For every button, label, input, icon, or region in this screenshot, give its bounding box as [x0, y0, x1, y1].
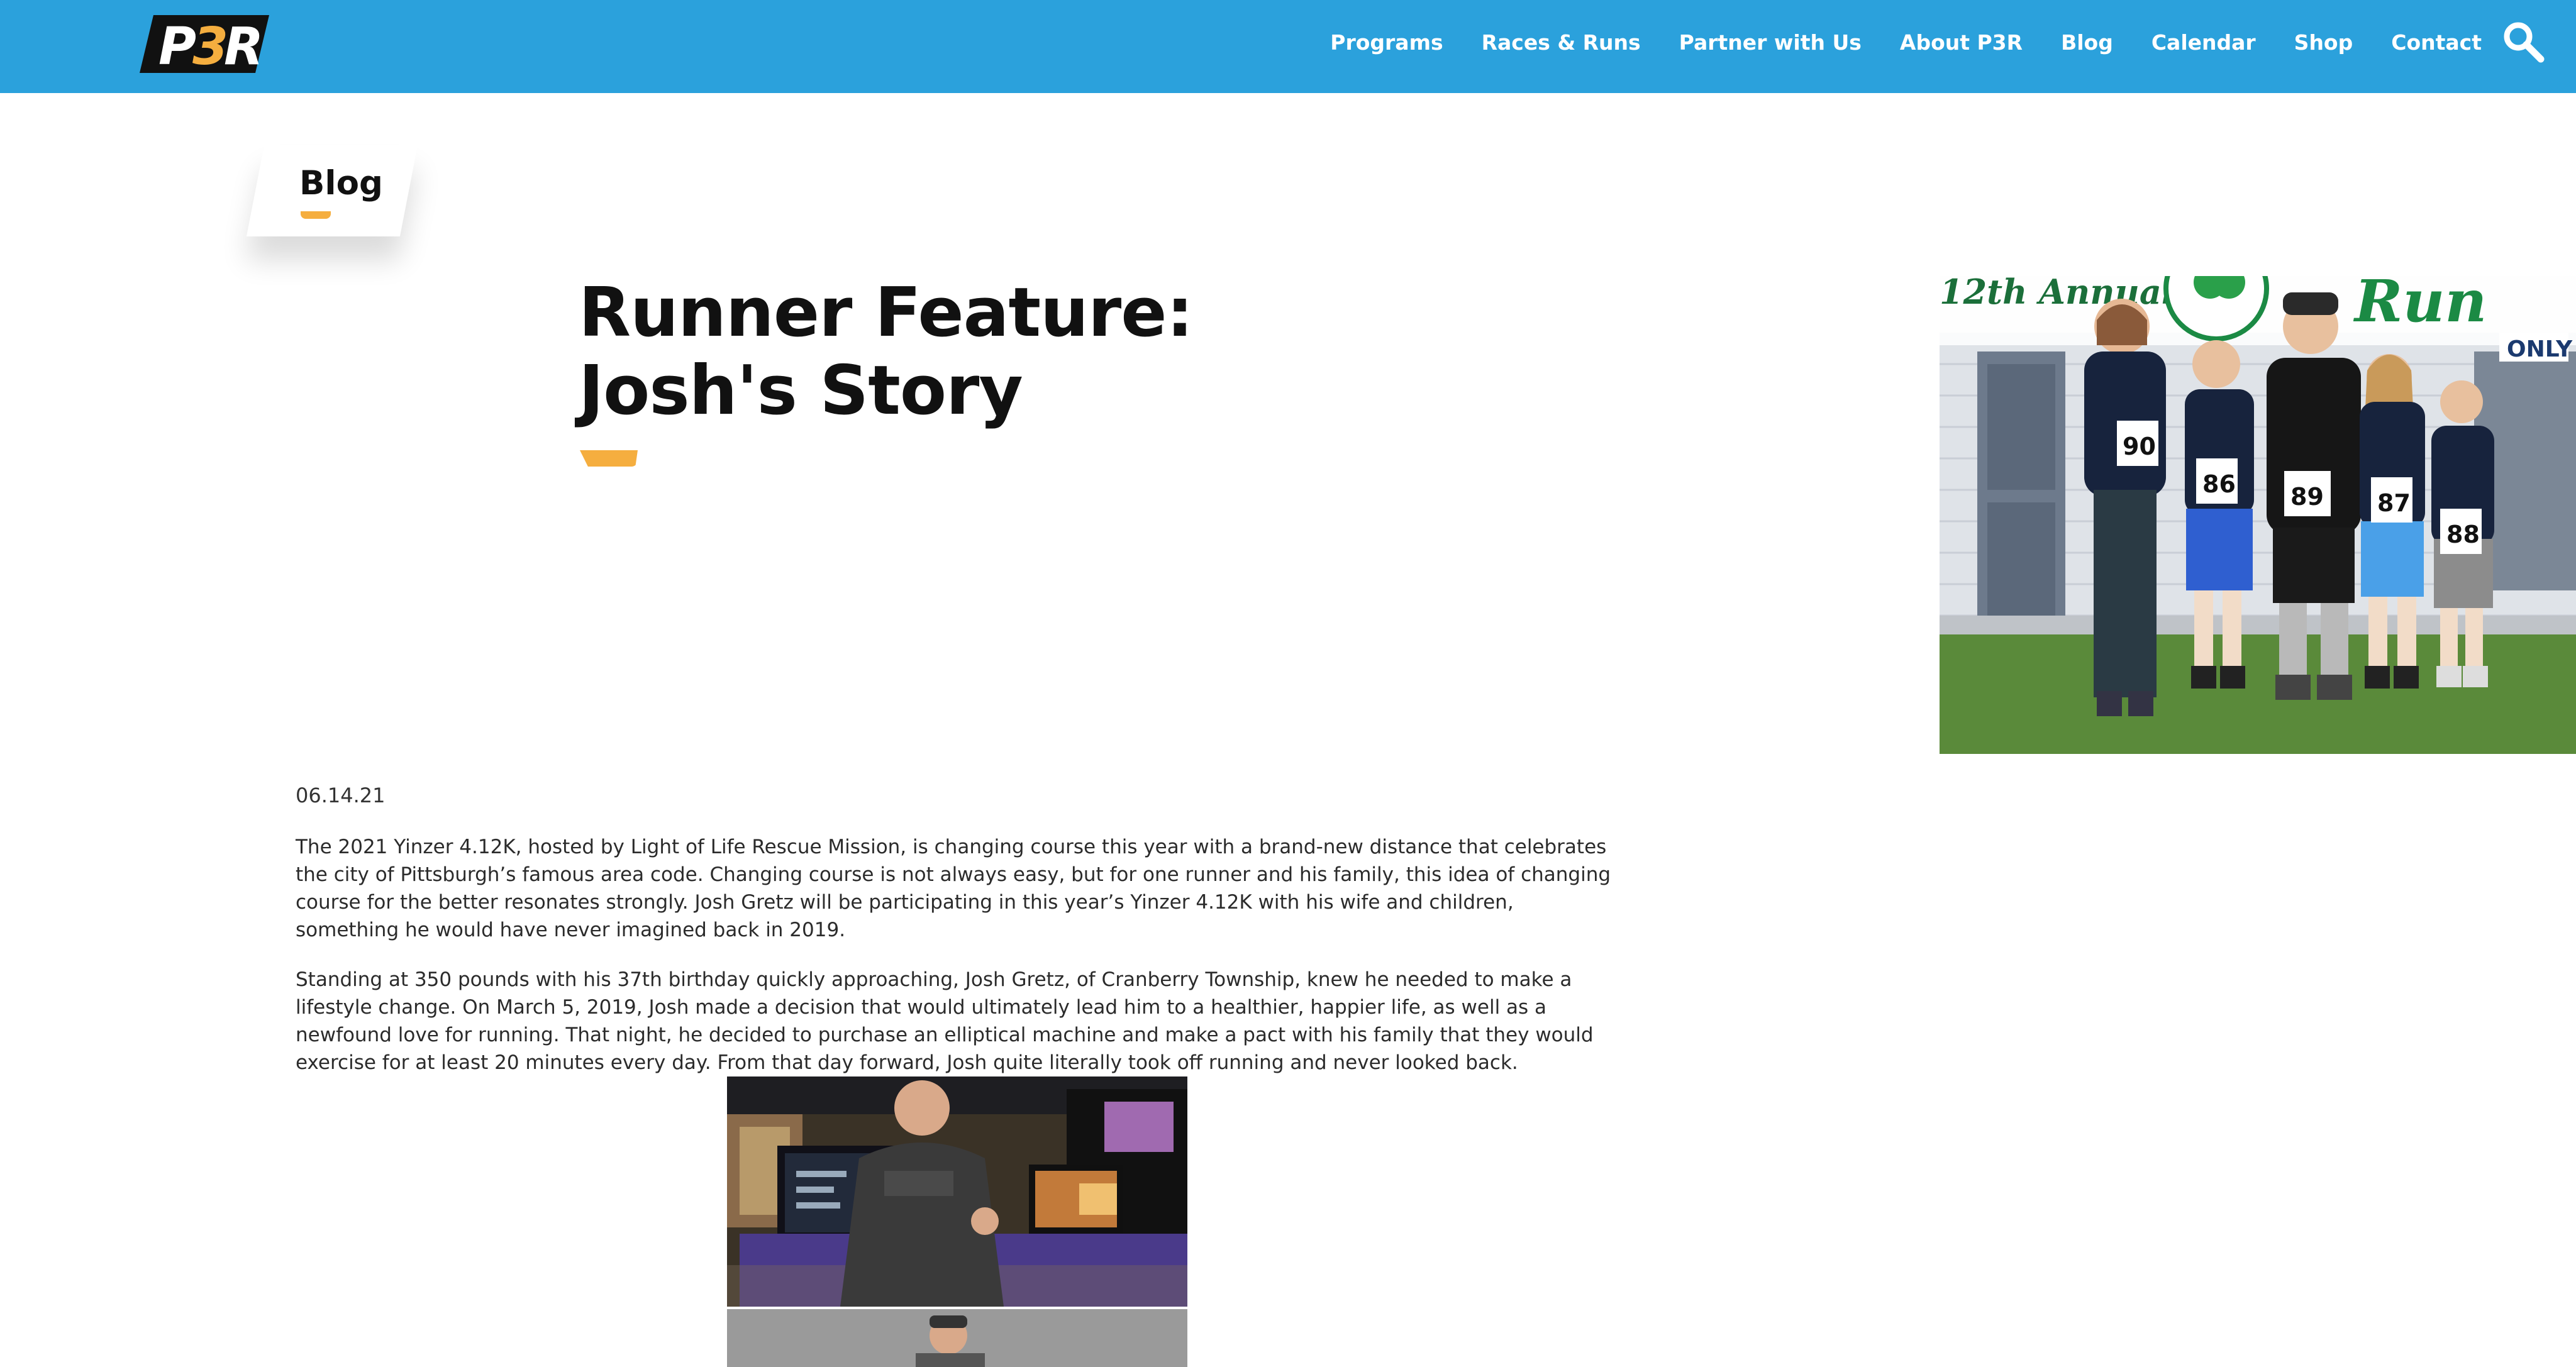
nav-blog[interactable]: Blog: [2061, 30, 2113, 55]
article-paragraph: The 2021 Yinzer 4.12K, hosted by Light o…: [296, 836, 1611, 941]
hero-banner-word: Run: [2353, 276, 2487, 335]
p3r-logo-icon: P 3 R: [140, 15, 269, 77]
inline-photo: [727, 1076, 1187, 1367]
nav-shop[interactable]: Shop: [2294, 30, 2353, 55]
section-tag: Blog: [246, 145, 418, 236]
main-nav: Programs Races & Runs Partner with Us Ab…: [1292, 0, 2482, 84]
nav-about-p3r[interactable]: About P3R: [1900, 30, 2023, 55]
site-header: P 3 R Programs Races & Runs Partner with…: [0, 0, 2576, 93]
svg-text:3: 3: [192, 17, 228, 73]
p3r-logo[interactable]: P 3 R: [140, 15, 269, 77]
nav-races-runs[interactable]: Races & Runs: [1482, 30, 1641, 55]
svg-text:R: R: [224, 17, 264, 73]
bib-number: 89: [2290, 483, 2324, 511]
title-accent: [580, 450, 638, 467]
nav-calendar[interactable]: Calendar: [2151, 30, 2256, 55]
bib-number: 86: [2202, 470, 2236, 498]
section-tag-label: Blog: [299, 164, 383, 202]
search-icon[interactable]: [2502, 20, 2546, 64]
article-date: 06.14.21: [296, 783, 386, 807]
section-tag-accent: [301, 211, 331, 219]
article-title: Runner Feature: Josh's Story: [579, 274, 1194, 430]
bib-number: 88: [2446, 521, 2480, 548]
hero-photo: 12th Annual Run ONLY 90 86 89 87 88: [1940, 276, 2576, 754]
hero-sign-text: ONLY: [2507, 336, 2573, 362]
nav-partner-with-us[interactable]: Partner with Us: [1679, 30, 1862, 55]
svg-text:P: P: [158, 17, 196, 73]
nav-contact[interactable]: Contact: [2391, 30, 2482, 55]
bib-number: 87: [2377, 489, 2411, 517]
nav-programs[interactable]: Programs: [1330, 30, 1443, 55]
bib-number: 90: [2123, 433, 2156, 460]
article-paragraph: Standing at 350 pounds with his 37th bir…: [296, 968, 1594, 1074]
